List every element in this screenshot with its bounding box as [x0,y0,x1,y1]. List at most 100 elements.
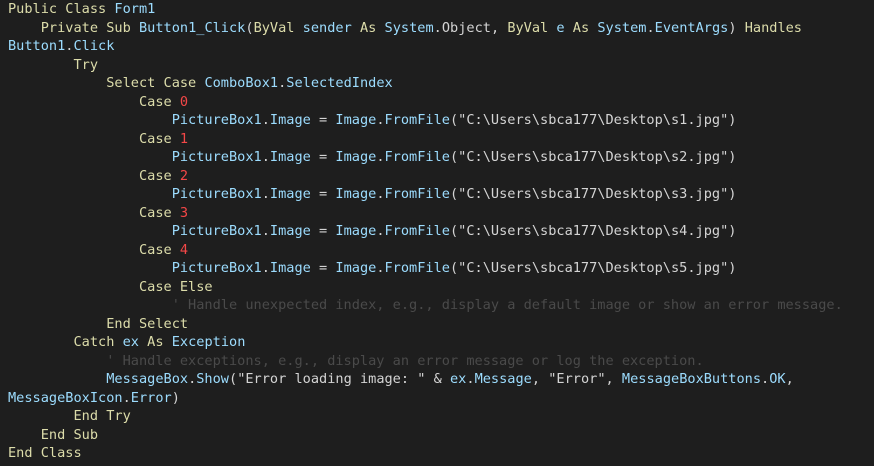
code-line[interactable]: PictureBox1.Image = Image.FromFile("C:\U… [0,148,874,167]
code-token: ) [728,260,737,276]
code-line[interactable]: End Class [0,444,874,463]
code-token: , [490,19,508,36]
code-token: Handles [744,19,802,36]
code-line[interactable]: End Select [0,315,874,334]
code-token: sender [302,19,360,36]
code-token: Select Case [106,75,205,91]
code-token: FromFile [384,223,450,239]
code-line[interactable]: PictureBox1.Image = Image.FromFile("C:\U… [0,111,874,130]
code-line[interactable]: Case 1 [0,130,874,149]
code-token: ( [449,149,459,165]
code-token: "Error loading image: " [237,371,426,387]
code-token: PictureBox1 [171,223,262,239]
code-token: Error [130,389,172,406]
code-token: & [425,371,450,387]
code-token: . [261,223,270,239]
code-token: , [605,371,622,387]
code-token: End Select [106,315,189,332]
code-token: . [376,149,385,165]
code-line[interactable]: MessageBox.Show("Error loading image: " … [0,370,874,389]
code-token: Exception [171,334,246,350]
code-token: ( [229,371,238,387]
code-token: . [466,371,475,387]
code-token: ) [728,112,737,128]
code-token: = [310,186,336,202]
code-line[interactable]: Private Sub Button1_Click(ByVal sender A… [0,19,874,38]
code-token: Object [441,19,491,36]
code-token: Image [335,149,377,165]
code-token: Image [335,223,377,239]
code-line[interactable]: Case Else [0,278,874,297]
code-token: MessageBox [106,371,189,387]
code-token: Case [138,167,180,184]
code-token: 4 [179,241,189,258]
code-line[interactable]: MessageBoxIcon.Error) [0,389,874,408]
code-token: Button1_Click [138,19,246,36]
code-token: . [646,19,655,36]
code-token: = [310,149,336,165]
code-line[interactable]: Case 0 [0,93,874,112]
code-token: FromFile [384,112,450,128]
code-line[interactable]: PictureBox1.Image = Image.FromFile("C:\U… [0,185,874,204]
code-token: Message [474,371,532,387]
code-token: PictureBox1 [171,149,262,165]
code-token: FromFile [384,186,450,202]
code-line[interactable]: End Sub [0,426,874,445]
code-token: . [433,19,442,36]
code-line[interactable]: Case 2 [0,167,874,186]
code-token: "C:\Users\sbca177\Desktop\s5.jpg" [458,260,729,276]
code-token: Image [269,149,311,165]
code-line[interactable]: PictureBox1.Image = Image.FromFile("C:\U… [0,259,874,278]
code-token: "C:\Users\sbca177\Desktop\s4.jpg" [458,223,729,239]
code-token: ByVal [253,19,303,36]
code-line[interactable]: Select Case ComboBox1.SelectedIndex [0,74,874,93]
code-token: . [261,149,270,165]
code-token: Case [138,241,180,258]
code-line[interactable]: Try [0,56,874,75]
code-token: Public Class [8,1,115,17]
code-line[interactable]: ' Handle exceptions, e.g., display an er… [0,352,874,371]
code-token: . [761,371,770,387]
code-token: Catch [73,334,123,350]
code-token: Image [335,260,377,276]
code-token: ) [171,389,180,406]
code-line[interactable]: Button1.Click [0,37,874,56]
code-token: ( [449,223,459,239]
code-token: ( [449,260,459,276]
code-token: As [572,19,598,36]
code-token: . [376,112,385,128]
code-line[interactable]: ' Handle unexpected index, e.g., display… [0,296,874,315]
code-token: . [376,223,385,239]
code-token: SelectedIndex [286,75,393,91]
code-token: End Sub [40,426,99,443]
code-line[interactable]: End Try [0,407,874,426]
code-token: Image [335,186,377,202]
code-token: Image [269,112,311,128]
code-token: ) [728,223,737,239]
code-line[interactable]: Case 3 [0,204,874,223]
code-token: ( [449,186,459,202]
code-token: End Try [73,408,131,424]
code-token: FromFile [384,149,450,165]
code-token: "C:\Users\sbca177\Desktop\s2.jpg" [458,149,729,165]
code-token: , [785,371,794,387]
code-editor[interactable]: Public Class Form1 Private Sub Button1_C… [0,0,874,466]
code-token: As [359,19,385,36]
code-token: Image [269,223,311,239]
code-line[interactable]: PictureBox1.Image = Image.FromFile("C:\U… [0,222,874,241]
code-token: ) [728,19,745,36]
code-line[interactable]: Public Class Form1 [0,0,874,19]
code-line[interactable]: Case 4 [0,241,874,260]
code-line[interactable]: Catch ex As Exception [0,333,874,352]
code-token: . [261,186,270,202]
code-token: 2 [179,167,189,184]
